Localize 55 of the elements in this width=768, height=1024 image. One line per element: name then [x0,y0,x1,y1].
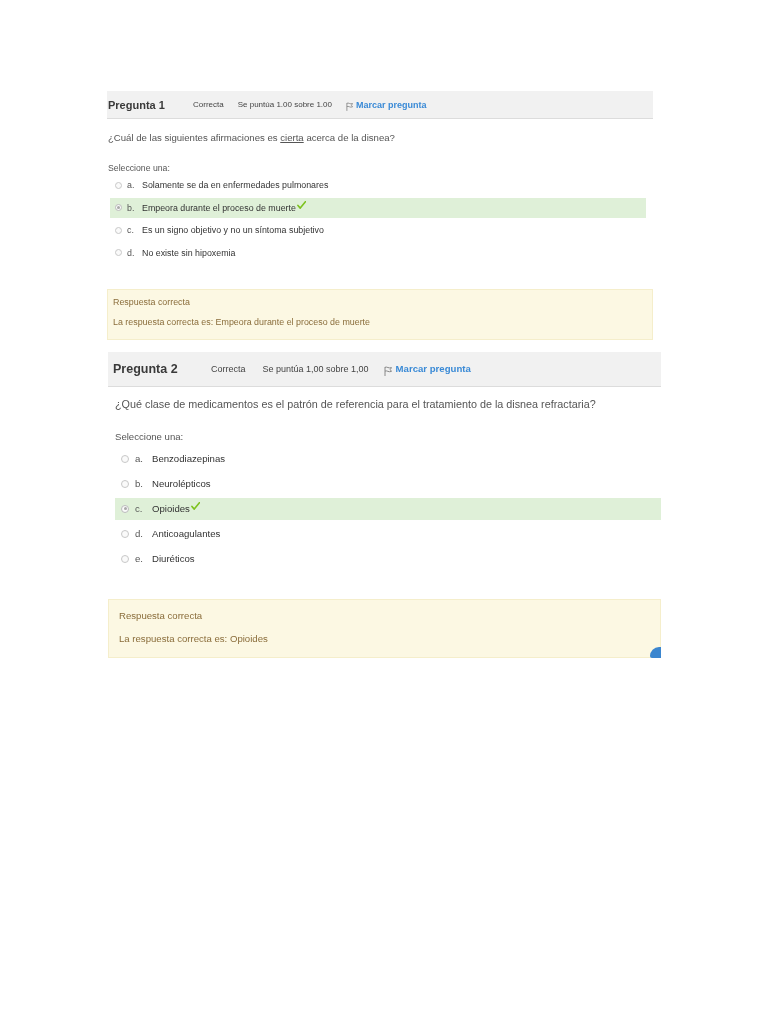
question-title: Pregunta 1 [108,98,166,111]
option-letter: a. [127,180,136,190]
option-text: Anticoagulantes [152,528,221,539]
answer-option[interactable]: d. Anticoagulantes [115,522,661,545]
radio-button[interactable] [115,204,122,211]
radio-button[interactable] [121,529,129,538]
question-status: Correcta [211,363,246,374]
radio-button[interactable] [115,181,122,189]
question-title: Pregunta 2 [113,361,179,376]
correct-answer-text: La respuesta correcta es: Empeora durante el proceso de muerte [113,315,372,328]
option-letter: d. [127,247,136,258]
option-text: Benzodiazepinas [152,453,226,464]
answer-option[interactable]: a. Benzodiazepinas [115,447,661,470]
flag-icon [346,102,353,111]
answer-option[interactable]: b. Neurolépticos [115,472,661,495]
option-text: Diuréticos [152,553,195,564]
radio-button[interactable] [121,504,129,513]
question-text: ¿Cuál de las siguientes afirmaciones es cierta acerca de la disnea? [108,131,396,144]
floating-button[interactable] [650,646,661,658]
option-text: Es un signo objetivo y no un síntoma subjetivo [142,225,324,235]
option-text: Opioides [152,503,190,514]
option-letter: b. [127,202,136,213]
option-letter: b. [135,478,144,489]
option-text: Empeora durante el proceso de muerte [142,202,296,213]
question-grade: Se puntúa 1.00 sobre 1.00 [237,100,332,109]
option-letter: e. [135,553,144,564]
flag-icon [383,365,392,376]
option-letter: a. [135,453,144,464]
question-text: ¿Qué clase de medicamentos es el patrón de referencia para el tratamiento de la disnea refractaria? [115,396,597,411]
question-grade: Se puntúa 1,00 sobre 1,00 [262,363,369,374]
radio-button[interactable] [121,479,129,488]
answer-option[interactable]: b. Empeora durante el proceso de muerte [110,197,646,218]
option-letter: d. [135,528,144,539]
answer-option[interactable]: d. No existe sin hipoxemia [110,242,646,263]
option-text: Solamente se da en enfermedades pulmonares [142,180,329,190]
instruction-text: Seleccione una: [115,429,185,443]
radio-button[interactable] [121,454,129,463]
correct-answer-text: La respuesta correcta es: Opioides [119,631,269,645]
radio-button[interactable] [115,226,122,234]
option-letter: c. [135,503,144,514]
answer-option[interactable]: c. Opioides [115,497,661,520]
radio-button[interactable] [121,554,129,563]
radio-button[interactable] [115,249,122,256]
answer-option[interactable]: c. Es un signo objetivo y no un síntoma subjetivo [110,220,646,240]
question-status: Correcta [193,100,224,109]
answer-option[interactable]: a. Solamente se da en enfermedades pulmonares [110,175,646,195]
check-icon [190,502,200,510]
option-letter: c. [127,225,135,235]
option-text: No existe sin hipoxemia [142,247,236,258]
check-icon [296,201,306,209]
instruction-text: Seleccione una: [108,162,171,174]
answer-option[interactable]: e. Diuréticos [115,547,661,570]
feedback-title: Respuesta correcta [113,295,191,308]
feedback-title: Respuesta correcta [119,608,204,622]
option-text: Neurolépticos [152,478,211,489]
